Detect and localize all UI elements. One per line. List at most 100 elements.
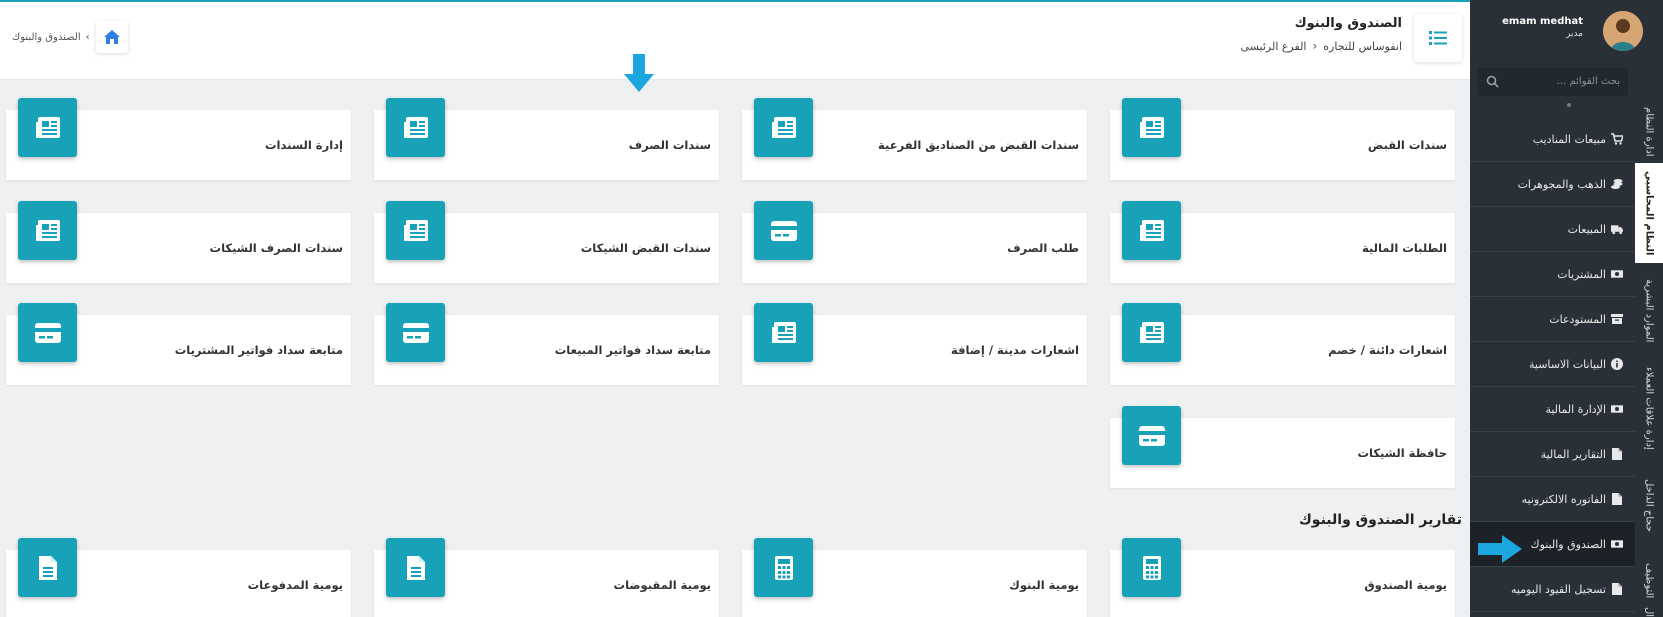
search-icon[interactable]	[1486, 75, 1499, 88]
coins-icon	[1611, 178, 1623, 190]
left-breadcrumb: › الصندوق والبنوك	[12, 32, 90, 43]
report-card[interactable]: يومية الصندوق	[1110, 538, 1455, 617]
right-arrow-icon	[1478, 535, 1522, 563]
sidebar-item-label: المبيعات	[1567, 222, 1606, 236]
module-tab[interactable]: النظام المحاسبي	[1635, 163, 1663, 263]
sidebar-item-label: الصندوق والبنوك	[1530, 537, 1607, 551]
module-tab[interactable]: ادارة النظام	[1635, 103, 1663, 161]
chevron-icon: ›	[85, 32, 90, 43]
receipt-icon	[1122, 98, 1181, 157]
main-content: الصندوق والبنوك انفوساس للتجاره ‹ الفرع …	[0, 2, 1470, 617]
receipt-icon	[18, 201, 77, 260]
file-icon	[1611, 583, 1623, 595]
module-tab-label: إدارة علاقات العملاء	[1643, 366, 1655, 450]
sidebar-item-label: المستودعات	[1549, 312, 1606, 326]
module-tab[interactable]: حجاج الداخل	[1635, 463, 1663, 548]
receipt-icon	[1122, 201, 1181, 260]
search-placeholder: بحث القوائم ...	[1556, 76, 1620, 87]
sidebar-item-label: التقارير المالية	[1540, 447, 1606, 461]
module-card[interactable]: حافظة الشيكات	[1110, 406, 1455, 488]
module-tab-label: ادارة النظام	[1643, 107, 1655, 157]
document-icon	[386, 538, 445, 597]
scroll-indicator	[1567, 103, 1571, 107]
module-card[interactable]: سندات القبض	[1110, 98, 1455, 180]
module-card-label: سندات القبض	[1367, 138, 1447, 152]
sidebar-item[interactable]: مبيعات المناديب	[1470, 117, 1635, 162]
module-card[interactable]: سندات الصرف الشيكات	[6, 201, 351, 283]
sidebar-item[interactable]: التقارير المالية	[1470, 432, 1635, 477]
breadcrumb: انفوساس للتجاره ‹ الفرع الرئيسى	[1241, 39, 1402, 53]
sidebar-item-label: الفاتوره الالكترونيه	[1521, 492, 1606, 506]
user-name: emam medhat	[1502, 16, 1583, 27]
sidebar-item[interactable]: الذهب والمجوهرات	[1470, 162, 1635, 207]
module-card-label: متابعة سداد فواتير المشتريات	[174, 343, 343, 357]
module-card[interactable]: سندات القبض الشيكات	[374, 201, 719, 283]
sidebar-item[interactable]: المستودعات	[1470, 297, 1635, 342]
module-tab-label: الموارد البشرية	[1643, 278, 1655, 343]
sidebar-item-label: مبيعات المناديب	[1532, 132, 1606, 146]
module-card[interactable]: إدارة السندات	[6, 98, 351, 180]
menu-toggle-button[interactable]	[1414, 14, 1462, 62]
module-card-label: سندات القبض من الصناديق الفرعية	[878, 138, 1079, 152]
report-card[interactable]: يومية المدفوعات	[6, 538, 351, 617]
sidebar-item-label: الذهب والمجوهرات	[1517, 177, 1606, 191]
sidebar-item[interactable]: الفاتوره الالكترونيه	[1470, 477, 1635, 522]
credit-card-icon	[386, 303, 445, 362]
module-card-label: طلب الصرف	[1007, 241, 1079, 255]
sidebar-item-label: البيانات الاساسية	[1529, 357, 1606, 371]
sidebar-item-label: تسجيل القيود اليوميه	[1510, 582, 1606, 596]
module-tab-label: النظام المحاسبي	[1643, 170, 1655, 256]
module-card-label: اشعارات مدينة / إضافة	[950, 343, 1079, 357]
sidebar: emam medhat مدير بحث القوائم ... مبيعات …	[1470, 0, 1663, 617]
page-header: الصندوق والبنوك انفوساس للتجاره ‹ الفرع …	[0, 2, 1470, 80]
chevron-left-icon: ‹	[1312, 39, 1318, 53]
left-breadcrumb-label[interactable]: الصندوق والبنوك	[12, 32, 81, 43]
module-card[interactable]: طلب الصرف	[742, 201, 1087, 283]
receipt-icon	[386, 201, 445, 260]
module-card-label: سندات القبض الشيكات	[580, 241, 711, 255]
cart-icon	[1611, 133, 1623, 145]
module-tab[interactable]: التوظيف	[1635, 553, 1663, 608]
module-card[interactable]: متابعة سداد فواتير المشتريات	[6, 303, 351, 385]
module-card[interactable]: اشعارات مدينة / إضافة	[742, 303, 1087, 385]
module-card[interactable]: سندات الصرف	[374, 98, 719, 180]
module-card[interactable]: الطلبات المالية	[1110, 201, 1455, 283]
menu-search-input[interactable]: بحث القوائم ...	[1478, 68, 1628, 96]
module-card-label: الطلبات المالية	[1361, 241, 1447, 255]
module-card-label: متابعة سداد فواتير المبيعات	[554, 343, 711, 357]
report-card-label: يومية المدفوعات	[247, 578, 343, 592]
calculator-icon	[1122, 538, 1181, 597]
home-button[interactable]	[96, 21, 128, 53]
money-icon	[1611, 538, 1623, 550]
receipt-icon	[18, 98, 77, 157]
list-icon	[1429, 31, 1447, 45]
sidebar-item[interactable]: المبيعات	[1470, 207, 1635, 252]
sidebar-item[interactable]: المشتريات	[1470, 252, 1635, 297]
module-card[interactable]: سندات القبض من الصناديق الفرعية	[742, 98, 1087, 180]
sidebar-item[interactable]: البيانات الاساسية	[1470, 342, 1635, 387]
sidebar-item-label: الإدارة المالية	[1545, 402, 1606, 416]
money-icon	[1611, 268, 1623, 280]
report-card[interactable]: يومية البنوك	[742, 538, 1087, 617]
credit-card-icon	[754, 201, 813, 260]
module-tabs: ادارة النظام النظام المحاسبي الموارد البشر…	[1635, 103, 1663, 617]
home-icon	[104, 30, 120, 44]
report-card[interactable]: يومية المقبوضات	[374, 538, 719, 617]
module-card[interactable]: اشعارات دائنة / خصم	[1110, 303, 1455, 385]
module-tab-label: حجاج الداخل	[1643, 479, 1655, 532]
module-tab[interactable]: الموارد البشرية	[1635, 268, 1663, 353]
money-icon	[1611, 403, 1623, 415]
breadcrumb-branch[interactable]: الفرع الرئيسى	[1241, 40, 1307, 53]
receipt-icon	[754, 98, 813, 157]
report-card-label: يومية الصندوق	[1364, 578, 1447, 592]
sidebar-item-label: المشتريات	[1557, 267, 1606, 281]
module-card[interactable]: متابعة سداد فواتير المبيعات	[374, 303, 719, 385]
page-title: الصندوق والبنوك	[1294, 16, 1402, 31]
breadcrumb-company[interactable]: انفوساس للتجاره	[1323, 40, 1402, 53]
module-tab[interactable]: إدارة علاقات العملاء	[1635, 358, 1663, 458]
sidebar-item[interactable]: الإدارة المالية	[1470, 387, 1635, 432]
user-photo-icon	[1603, 11, 1643, 51]
module-tab[interactable]: ال	[1635, 607, 1663, 617]
avatar[interactable]	[1603, 11, 1643, 51]
sidebar-item[interactable]: تسجيل القيود اليوميه	[1470, 567, 1635, 612]
